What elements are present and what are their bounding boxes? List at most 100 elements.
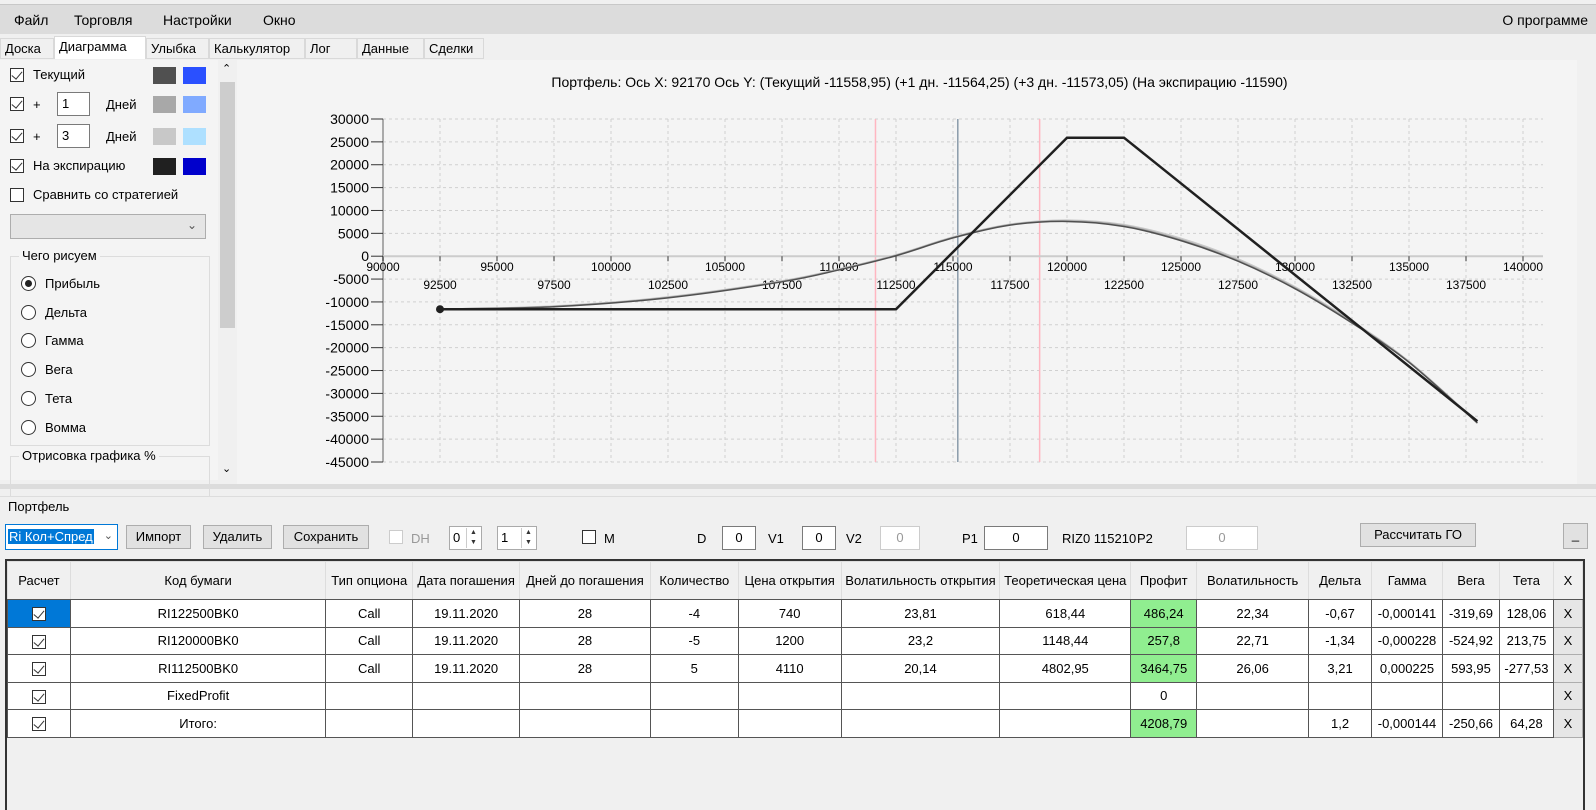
calc-cell[interactable]: [7, 654, 71, 683]
tab-board[interactable]: Доска: [0, 38, 54, 59]
radio-option-4[interactable]: [21, 390, 36, 406]
column-header[interactable]: Количество: [649, 561, 739, 600]
table-cell: -277,53: [1498, 654, 1554, 683]
spinner-1-value: 0: [453, 530, 461, 545]
column-header[interactable]: Дней до погашения: [519, 561, 651, 600]
table-row[interactable]: RI120000BK0 Call 19.11.2020 28 -5 1200 23,2 114…: [7, 626, 1584, 655]
scroll-thumb[interactable]: [220, 82, 235, 328]
plus1-days-input[interactable]: 1: [57, 92, 90, 116]
delete-button[interactable]: Удалить: [203, 525, 272, 549]
spinner-arrows-icon[interactable]: ▲ ▼: [521, 528, 535, 548]
dh-checkbox[interactable]: [389, 530, 403, 544]
expiration-color-swatch[interactable]: [153, 158, 176, 175]
column-header[interactable]: Волатильность: [1196, 561, 1310, 600]
table-row[interactable]: RI122500BK0 Call 19.11.2020 28 -4 740 23,81 618…: [7, 599, 1584, 628]
menu-window[interactable]: Окно: [263, 12, 296, 28]
portfolio-select[interactable]: Ri Кол+Спред ⌄: [5, 524, 118, 550]
underlying-price: RIZ0 115210: [1062, 531, 1137, 546]
plus1-checkbox[interactable]: [10, 97, 24, 111]
tab-deals[interactable]: Сделки: [424, 38, 484, 59]
current-checkbox[interactable]: [10, 68, 24, 82]
spinner-2[interactable]: 1 ▲ ▼: [497, 526, 537, 550]
d-input[interactable]: 0: [722, 526, 756, 550]
calc-checkbox[interactable]: [31, 689, 46, 704]
remove-row-button[interactable]: X: [1552, 626, 1584, 655]
column-header[interactable]: Цена открытия: [737, 561, 842, 600]
tab-smile[interactable]: Улыбка: [146, 38, 209, 59]
column-header[interactable]: Дельта: [1308, 561, 1373, 600]
calc-cell[interactable]: [7, 681, 71, 710]
menu-settings[interactable]: Настройки: [163, 12, 232, 28]
p2-input[interactable]: 0: [1186, 526, 1258, 550]
table-cell: Call: [325, 654, 414, 683]
panel-splitter[interactable]: [0, 484, 1596, 489]
strategy-dropdown[interactable]: ⌄: [10, 214, 206, 239]
plus1-alt-color-swatch[interactable]: [183, 96, 206, 113]
spinner-1[interactable]: 0 ▲ ▼: [449, 526, 482, 550]
remove-row-button[interactable]: X: [1552, 681, 1584, 710]
remove-row-button[interactable]: X: [1552, 654, 1584, 683]
radio-option-1[interactable]: [21, 304, 36, 320]
calc-checkbox[interactable]: [31, 607, 46, 622]
calc-checkbox[interactable]: [31, 634, 46, 649]
save-button[interactable]: Сохранить: [283, 525, 369, 549]
calc-cell[interactable]: [7, 599, 71, 628]
scroll-up-icon[interactable]: ⌃: [222, 62, 231, 75]
expiration-checkbox[interactable]: [10, 159, 24, 173]
plus3-days-input[interactable]: 3: [57, 124, 90, 148]
column-header[interactable]: Вега: [1442, 561, 1500, 600]
plus3-checkbox[interactable]: [10, 129, 24, 143]
compare-checkbox[interactable]: [10, 188, 24, 202]
plus3-alt-color-swatch[interactable]: [183, 128, 206, 145]
radio-option-0[interactable]: [21, 276, 36, 291]
table-cell: 213,75: [1498, 626, 1554, 655]
calc-checkbox[interactable]: [31, 717, 46, 732]
left-panel-scrollbar[interactable]: ⌃ ⌄: [218, 60, 237, 480]
remove-row-button[interactable]: X: [1552, 709, 1584, 738]
column-header[interactable]: Дата погашения: [412, 561, 521, 600]
column-header[interactable]: Тип опциона: [325, 561, 414, 600]
calc-cell[interactable]: [7, 709, 71, 738]
tab-calculator[interactable]: Калькулятор: [209, 38, 305, 59]
column-header[interactable]: Гамма: [1371, 561, 1443, 600]
column-header[interactable]: Профит: [1130, 561, 1198, 600]
tab-log[interactable]: Лог: [305, 38, 357, 59]
table-row[interactable]: RI112500BK0 Call 19.11.2020 28 5 4110 20,14 480…: [7, 654, 1584, 683]
spinner-arrows-icon[interactable]: ▲ ▼: [466, 528, 480, 548]
y-tick-label: -40000: [325, 431, 369, 447]
table-cell: [325, 709, 414, 738]
minimize-button[interactable]: _: [1563, 523, 1588, 549]
v2-input[interactable]: 0: [880, 526, 920, 550]
table-cell: -4: [649, 599, 739, 628]
plus1-color-swatch[interactable]: [153, 96, 176, 113]
scroll-down-icon[interactable]: ⌄: [222, 462, 231, 475]
column-header[interactable]: Тета: [1498, 561, 1554, 600]
menu-file[interactable]: Файл: [14, 12, 48, 28]
current-alt-color-swatch[interactable]: [183, 67, 206, 84]
calc-checkbox[interactable]: [31, 662, 46, 677]
tab-data[interactable]: Данные: [357, 38, 424, 59]
column-header[interactable]: Волатильность открытия: [840, 561, 1001, 600]
column-header[interactable]: Расчет: [7, 561, 71, 600]
column-header[interactable]: X: [1552, 561, 1584, 600]
import-button[interactable]: Импорт: [126, 525, 191, 549]
calc-margin-button[interactable]: Рассчитать ГО: [1360, 523, 1476, 547]
expiration-alt-color-swatch[interactable]: [183, 158, 206, 175]
radio-option-5[interactable]: [21, 419, 36, 435]
table-row[interactable]: FixedProfit 0 X: [7, 681, 1584, 710]
current-color-swatch[interactable]: [153, 67, 176, 84]
v1-input[interactable]: 0: [802, 526, 836, 550]
calc-cell[interactable]: [7, 626, 71, 655]
tab-diagram[interactable]: Диаграмма: [54, 36, 146, 59]
table-cell: 19.11.2020: [412, 654, 521, 683]
m-checkbox[interactable]: [582, 530, 596, 544]
menu-trading[interactable]: Торговля: [74, 12, 132, 28]
plus3-color-swatch[interactable]: [153, 128, 176, 145]
table-row[interactable]: Итого: 4208,79 1,2 -0,000144 -250,66 64,28 X: [7, 709, 1584, 738]
p1-input[interactable]: 0: [984, 526, 1048, 550]
remove-row-button[interactable]: X: [1552, 599, 1584, 628]
column-header[interactable]: Теоретическая цена: [999, 561, 1132, 600]
radio-option-3[interactable]: [21, 362, 36, 378]
menu-about[interactable]: О программе: [1502, 12, 1588, 28]
column-header[interactable]: Код бумаги: [69, 561, 327, 600]
